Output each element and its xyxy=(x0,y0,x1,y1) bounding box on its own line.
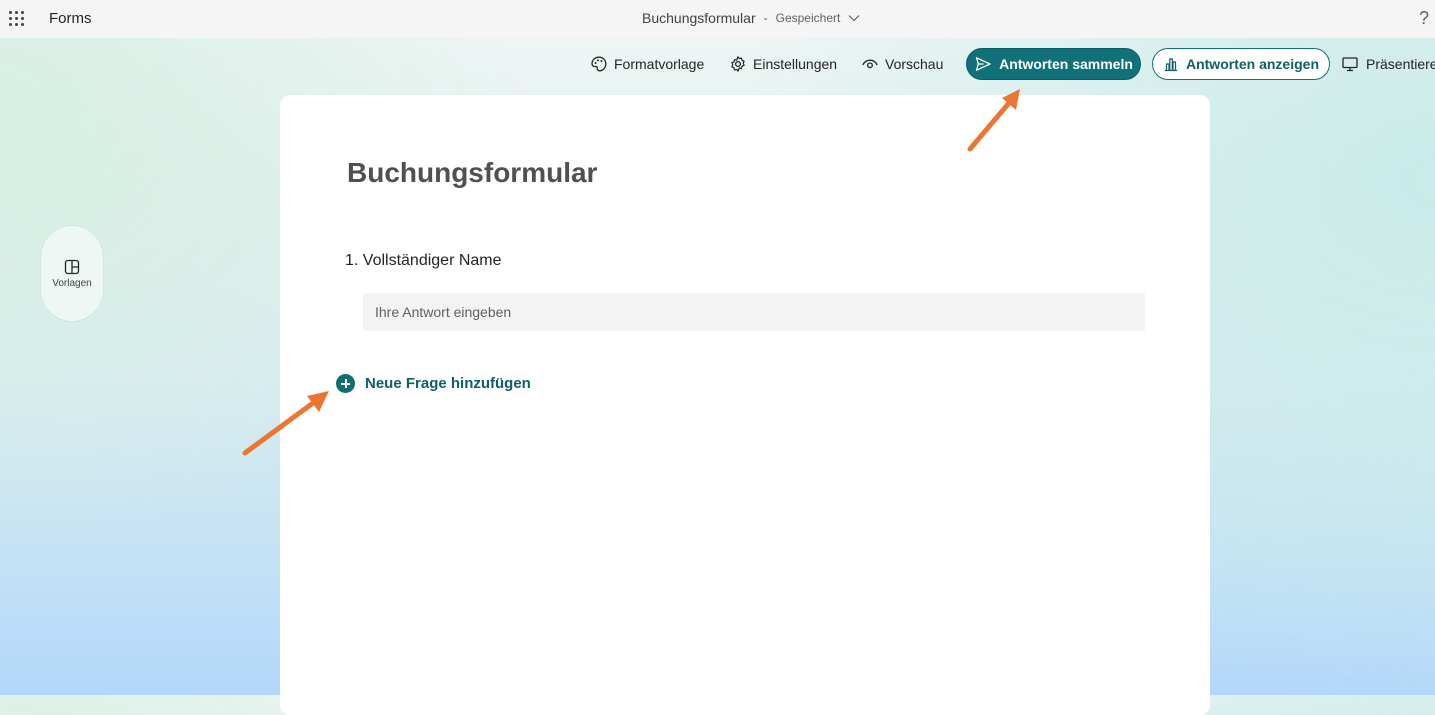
collect-responses-button[interactable]: Antworten sammeln xyxy=(966,48,1141,80)
chevron-down-icon xyxy=(848,15,860,22)
bar-chart-icon xyxy=(1164,58,1177,72)
add-question-button[interactable]: Neue Frage hinzufügen xyxy=(336,374,531,393)
view-responses-button[interactable]: Antworten anzeigen xyxy=(1152,48,1330,80)
gear-icon xyxy=(731,56,745,72)
present-label: Präsentiere xyxy=(1366,56,1435,72)
title-separator: - xyxy=(763,11,768,25)
present-button[interactable]: Präsentiere xyxy=(1341,52,1435,76)
plus-circle-icon xyxy=(336,374,355,393)
save-status: Gespeichert xyxy=(775,11,841,25)
answer-input[interactable] xyxy=(363,293,1145,331)
app-launcher-icon[interactable] xyxy=(9,11,25,27)
eye-icon xyxy=(862,59,878,69)
preview-button[interactable]: Vorschau xyxy=(861,52,943,76)
form-title[interactable]: Buchungsformular xyxy=(347,157,597,189)
add-question-label: Neue Frage hinzufügen xyxy=(365,375,531,392)
send-icon xyxy=(975,57,991,71)
document-title-menu[interactable]: Buchungsformular - Gespeichert xyxy=(642,10,860,26)
view-responses-label: Antworten anzeigen xyxy=(1185,56,1319,72)
form-card: Buchungsformular 1. Vollständiger Name N… xyxy=(280,95,1210,715)
palette-icon xyxy=(591,56,607,72)
app-name[interactable]: Forms xyxy=(49,10,92,27)
help-icon[interactable]: ? xyxy=(1419,8,1429,29)
preview-label: Vorschau xyxy=(885,56,944,72)
format-template-button[interactable]: Formatvorlage xyxy=(590,52,704,76)
format-template-label: Formatvorlage xyxy=(614,56,705,72)
templates-button[interactable]: Vorlagen xyxy=(41,226,103,321)
document-title: Buchungsformular xyxy=(642,10,756,26)
settings-label: Einstellungen xyxy=(753,56,838,72)
templates-icon xyxy=(64,259,80,274)
command-bar: Formatvorlage Einstellungen Vorschau Ant… xyxy=(0,38,1435,90)
top-bar: Forms Buchungsformular - Gespeichert ? xyxy=(0,0,1435,38)
monitor-icon xyxy=(1342,57,1358,72)
question-label[interactable]: 1. Vollständiger Name xyxy=(345,252,502,270)
templates-label: Vorlagen xyxy=(52,277,92,289)
collect-responses-label: Antworten sammeln xyxy=(999,56,1133,72)
settings-button[interactable]: Einstellungen xyxy=(729,52,837,76)
